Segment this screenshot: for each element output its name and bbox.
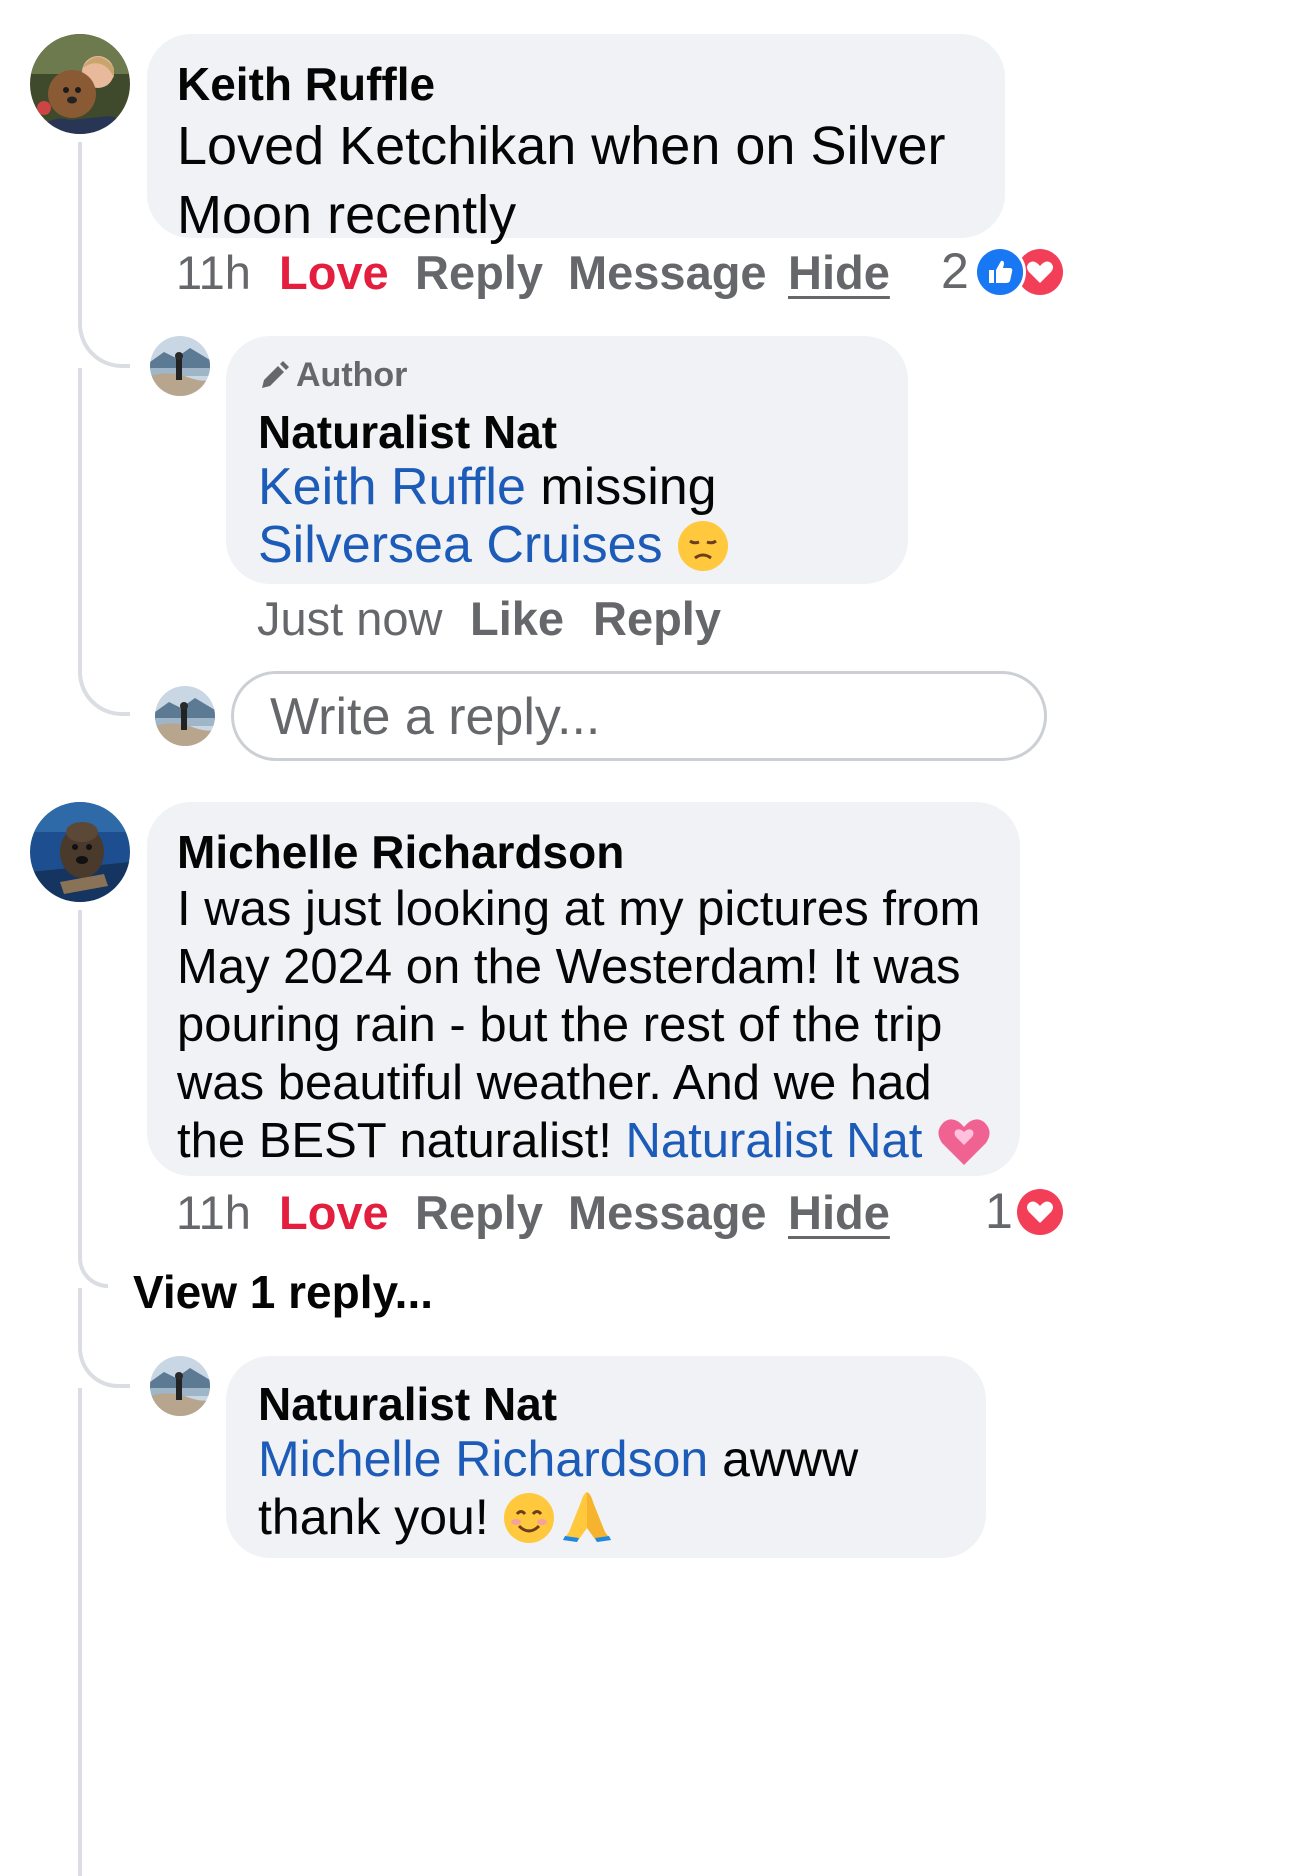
comment-author[interactable]: Keith Ruffle (177, 54, 975, 114)
comment-bubble: Michelle Richardson I was just looking a… (147, 802, 1020, 1176)
reply-text-middle: missing (525, 458, 717, 516)
reaction-count[interactable]: 2 (941, 241, 969, 301)
author-badge-label: Author (296, 356, 408, 394)
reply-text: Keith Ruffle missing Silversea Cruises (258, 458, 898, 584)
reply-input[interactable]: Write a reply... (231, 671, 1047, 761)
reply-button[interactable]: Reply (415, 1183, 543, 1243)
avatar[interactable] (30, 34, 130, 134)
folded-hands-emoji (559, 1488, 615, 1556)
love-icon[interactable] (1014, 1186, 1066, 1238)
comment-text: I was just looking at my pictures from M… (177, 880, 997, 1180)
author-badge: Author (258, 354, 878, 402)
love-button[interactable]: Love (279, 243, 389, 303)
pink-heart-emoji (936, 1115, 992, 1180)
thread-line (78, 910, 108, 1288)
reply-timestamp[interactable]: Just now (257, 589, 442, 649)
thread-line (78, 368, 130, 716)
mention-link[interactable]: Silversea Cruises (258, 516, 663, 574)
comment-timestamp[interactable]: 11h (176, 243, 251, 303)
reply-author[interactable]: Naturalist Nat (258, 402, 878, 462)
avatar[interactable] (30, 802, 130, 902)
message-button[interactable]: Message (568, 1183, 767, 1243)
comment-bubble: Keith Ruffle Loved Ketchikan when on Sil… (147, 34, 1005, 245)
avatar[interactable] (150, 336, 210, 396)
comment-timestamp[interactable]: 11h (176, 1183, 251, 1243)
reply-button[interactable]: Reply (593, 589, 721, 649)
view-replies-link[interactable]: View 1 reply... (133, 1262, 433, 1322)
love-button[interactable]: Love (279, 1183, 389, 1243)
hide-button[interactable]: Hide (788, 243, 890, 303)
reply-bubble: Naturalist Nat Michelle Richardson awww … (226, 1356, 986, 1558)
mention-link[interactable]: Keith Ruffle (258, 458, 526, 516)
reaction-count[interactable]: 1 (985, 1181, 1013, 1241)
comment-text: Loved Ketchikan when on Silver Moon rece… (177, 116, 946, 245)
disappointed-face-emoji (677, 520, 729, 584)
reply-bubble: Author Naturalist Nat Keith Ruffle missi… (226, 336, 908, 584)
comment-author[interactable]: Michelle Richardson (177, 822, 990, 882)
thread-line (78, 142, 130, 368)
like-icon[interactable] (974, 246, 1026, 298)
hide-button[interactable]: Hide (788, 1183, 890, 1243)
like-button[interactable]: Like (470, 589, 564, 649)
mention-link[interactable]: Michelle Richardson (258, 1431, 708, 1487)
reply-input-placeholder: Write a reply... (270, 688, 601, 746)
avatar (155, 686, 215, 746)
reply-text: Michelle Richardson awww thank you! (258, 1430, 968, 1556)
pencil-icon (258, 360, 290, 402)
mention-link[interactable]: Naturalist Nat (626, 1114, 923, 1168)
avatar[interactable] (150, 1356, 210, 1416)
smiling-face-emoji (503, 1492, 555, 1556)
thread-line (78, 1388, 82, 1876)
message-button[interactable]: Message (568, 243, 767, 303)
reply-button[interactable]: Reply (415, 243, 543, 303)
thread-line (78, 1288, 130, 1388)
reply-author[interactable]: Naturalist Nat (258, 1374, 956, 1434)
